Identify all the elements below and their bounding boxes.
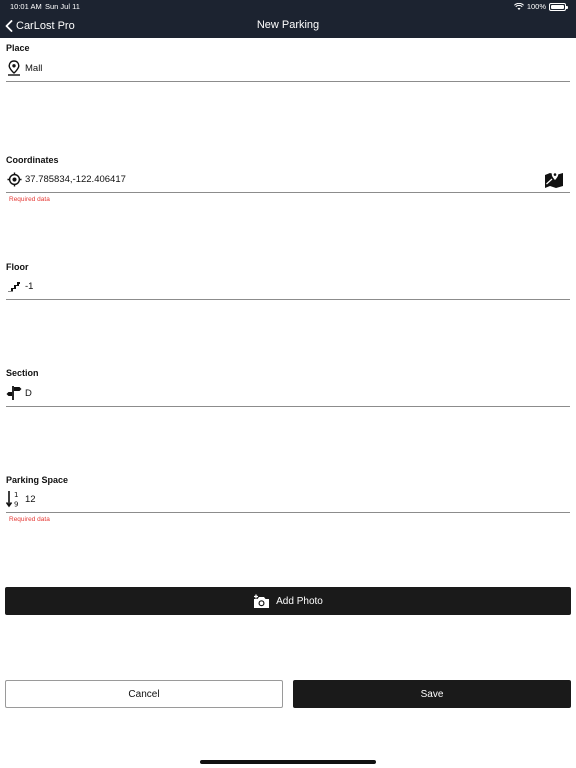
map-icon[interactable]	[544, 170, 564, 188]
coordinates-input[interactable]: 37.785834,-122.406417	[6, 169, 570, 189]
status-indicators: 100%	[513, 2, 568, 11]
svg-text:1: 1	[14, 491, 18, 499]
floor-field: Floor -1	[6, 262, 570, 300]
add-photo-button[interactable]: Add Photo	[5, 587, 571, 615]
place-field: Place Mall	[6, 43, 570, 82]
number-sort-icon: 1 9	[6, 491, 22, 509]
page-title: New Parking	[256, 19, 320, 31]
save-label: Save	[420, 688, 444, 700]
place-input[interactable]: Mall	[6, 58, 570, 78]
map-pin-icon	[6, 60, 22, 76]
cancel-button[interactable]: Cancel	[5, 680, 283, 708]
parking-space-error: Required data	[9, 516, 50, 523]
coordinates-underline	[6, 192, 570, 193]
parking-space-field: Parking Space 1 9 12 Required data	[6, 475, 570, 523]
parking-space-input[interactable]: 1 9 12	[6, 489, 570, 509]
section-underline	[6, 406, 570, 407]
place-value: Mall	[25, 62, 43, 74]
place-underline	[6, 81, 570, 82]
parking-space-label: Parking Space	[6, 475, 69, 485]
section-input[interactable]: D	[6, 383, 570, 403]
add-photo-label: Add Photo	[276, 595, 323, 607]
wifi-icon	[513, 2, 524, 10]
parking-space-value: 12	[25, 493, 36, 505]
place-label: Place	[6, 43, 30, 53]
floor-value: -1	[25, 280, 34, 292]
stairs-icon	[6, 278, 22, 294]
coordinates-label: Coordinates	[6, 155, 59, 165]
status-date: Sun Jul 11	[45, 2, 80, 11]
floor-label: Floor	[6, 262, 29, 272]
signpost-icon	[6, 385, 22, 401]
crosshair-icon	[6, 171, 22, 187]
navigation-bar: 10:01 AM Sun Jul 11 100% CarLost Pro New…	[0, 0, 576, 38]
coordinates-value: 37.785834,-122.406417	[25, 173, 126, 185]
coordinates-error: Required data	[9, 196, 50, 203]
home-indicator	[200, 760, 376, 764]
cancel-label: Cancel	[128, 688, 160, 700]
battery-percent: 100%	[526, 2, 546, 11]
svg-text:9: 9	[14, 501, 18, 509]
section-label: Section	[6, 368, 39, 378]
floor-input[interactable]: -1	[6, 276, 570, 296]
section-value: D	[25, 387, 32, 399]
save-button[interactable]: Save	[293, 680, 571, 708]
parking-space-underline	[6, 512, 570, 513]
coordinates-field: Coordinates 37.785834,-122.406417 Requir…	[6, 155, 570, 203]
floor-underline	[6, 299, 570, 300]
add-photo-icon	[254, 594, 270, 608]
status-time: 10:01 AM	[10, 2, 42, 11]
battery-icon	[549, 2, 568, 11]
section-field: Section D	[6, 368, 570, 407]
